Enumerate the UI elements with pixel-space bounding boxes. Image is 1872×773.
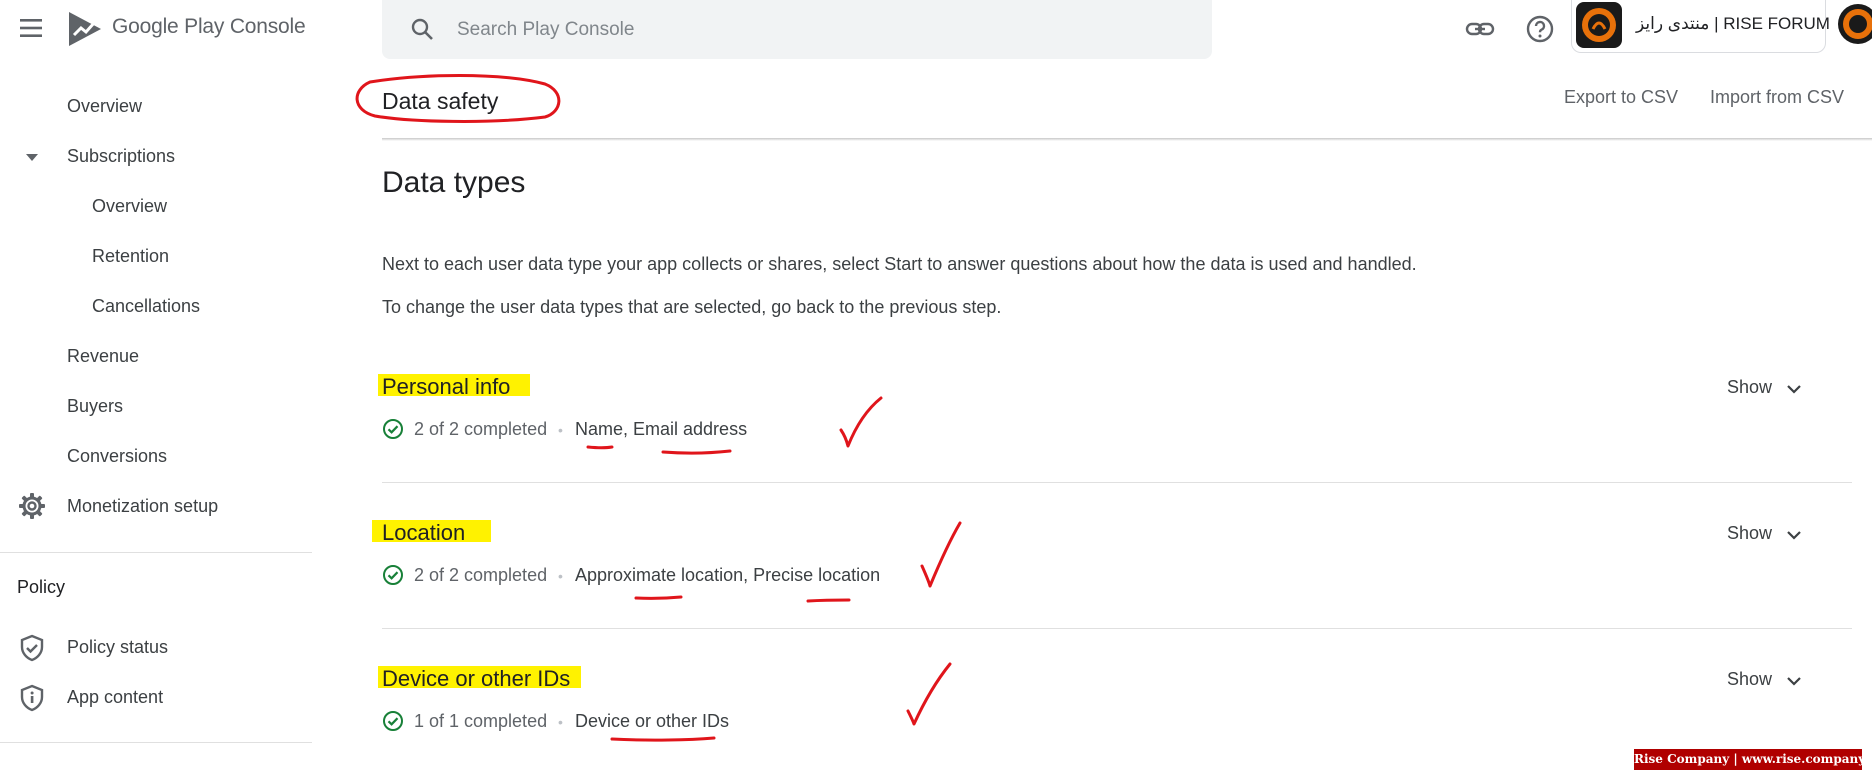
separator-dot: •: [558, 422, 563, 438]
header-divider: [382, 138, 1872, 141]
caret-down-icon[interactable]: [24, 150, 40, 162]
data-type-items: Device or other IDs: [575, 711, 730, 731]
check-circle-icon: [382, 710, 404, 732]
section-description: To change the user data types that are s…: [382, 297, 1002, 317]
sidebar-item-monetization-setup[interactable]: Monetization setup: [67, 496, 218, 517]
developer-account-logo-icon: [1576, 2, 1622, 48]
show-button[interactable]: Show: [1727, 377, 1772, 398]
hamburger-menu-icon[interactable]: [18, 16, 46, 40]
shield-check-icon: [18, 634, 46, 662]
sidebar-item-conversions[interactable]: Conversions: [67, 446, 167, 467]
sidebar-item-overview[interactable]: Overview: [67, 96, 142, 117]
page-title: Data safety: [382, 88, 499, 114]
sidebar-item-subscriptions-overview[interactable]: Overview: [92, 196, 167, 217]
chevron-down-icon[interactable]: [1785, 674, 1803, 686]
chevron-down-icon[interactable]: [1785, 528, 1803, 540]
sidebar-divider: [0, 742, 312, 743]
row-divider: [382, 628, 1852, 629]
show-button[interactable]: Show: [1727, 523, 1772, 544]
sidebar-item-revenue[interactable]: Revenue: [67, 346, 139, 367]
check-circle-icon: [382, 564, 404, 586]
watermark: Rise Company | www.rise.company: [1634, 749, 1862, 770]
annotation-underline: [586, 445, 614, 450]
annotation-checkmark: [839, 396, 883, 448]
data-type-items: Name, Email address: [575, 419, 748, 439]
annotation-checkmark: [920, 521, 962, 588]
search-input[interactable]: [455, 12, 1179, 48]
help-icon[interactable]: [1524, 13, 1556, 45]
annotation-underline: [634, 595, 683, 600]
sidebar-item-policy-status[interactable]: Policy status: [67, 637, 168, 658]
sidebar-section-policy: Policy: [17, 577, 66, 597]
sidebar-item-retention[interactable]: Retention: [92, 246, 169, 267]
annotation-checkmark: [906, 662, 952, 726]
data-type-title: Location: [382, 520, 466, 545]
search-icon[interactable]: [410, 17, 434, 41]
data-type-title: Personal info: [382, 374, 511, 399]
user-avatar[interactable]: [1836, 2, 1872, 46]
app-logo-text[interactable]: Google Play Console: [112, 15, 306, 39]
red-annotation-layer: [355, 74, 962, 742]
data-type-title: Device or other IDs: [382, 666, 571, 691]
sidebar-item-subscriptions[interactable]: Subscriptions: [67, 146, 175, 167]
completion-status: 2 of 2 completed: [414, 419, 548, 439]
import-from-csv-button[interactable]: Import from CSV: [1710, 87, 1844, 108]
shield-info-icon: [18, 684, 46, 712]
check-circle-icon: [382, 418, 404, 440]
completion-status: 1 of 1 completed: [414, 711, 548, 731]
section-description: Next to each user data type your app col…: [382, 254, 1417, 274]
play-console-logo-icon: [66, 10, 104, 48]
section-title: Data types: [382, 166, 526, 199]
developer-account-name[interactable]: منتدی رایز | RISE FORUM: [1636, 14, 1830, 34]
show-button[interactable]: Show: [1727, 669, 1772, 690]
completion-status: 2 of 2 completed: [414, 565, 548, 585]
separator-dot: •: [558, 714, 563, 730]
sidebar-item-app-content[interactable]: App content: [67, 687, 163, 708]
annotation-underline: [610, 736, 716, 742]
export-to-csv-button[interactable]: Export to CSV: [1564, 87, 1678, 108]
annotation-underline: [661, 449, 732, 455]
sidebar-item-buyers[interactable]: Buyers: [67, 396, 123, 417]
separator-dot: •: [558, 568, 563, 584]
gear-icon: [18, 492, 46, 520]
link-icon[interactable]: [1465, 14, 1495, 44]
sidebar-item-cancellations[interactable]: Cancellations: [92, 296, 200, 317]
chevron-down-icon[interactable]: [1785, 382, 1803, 394]
annotation-underline: [806, 598, 851, 603]
sidebar-divider: [0, 552, 312, 553]
data-type-items: Approximate location, Precise location: [575, 565, 881, 585]
row-divider: [382, 482, 1852, 483]
